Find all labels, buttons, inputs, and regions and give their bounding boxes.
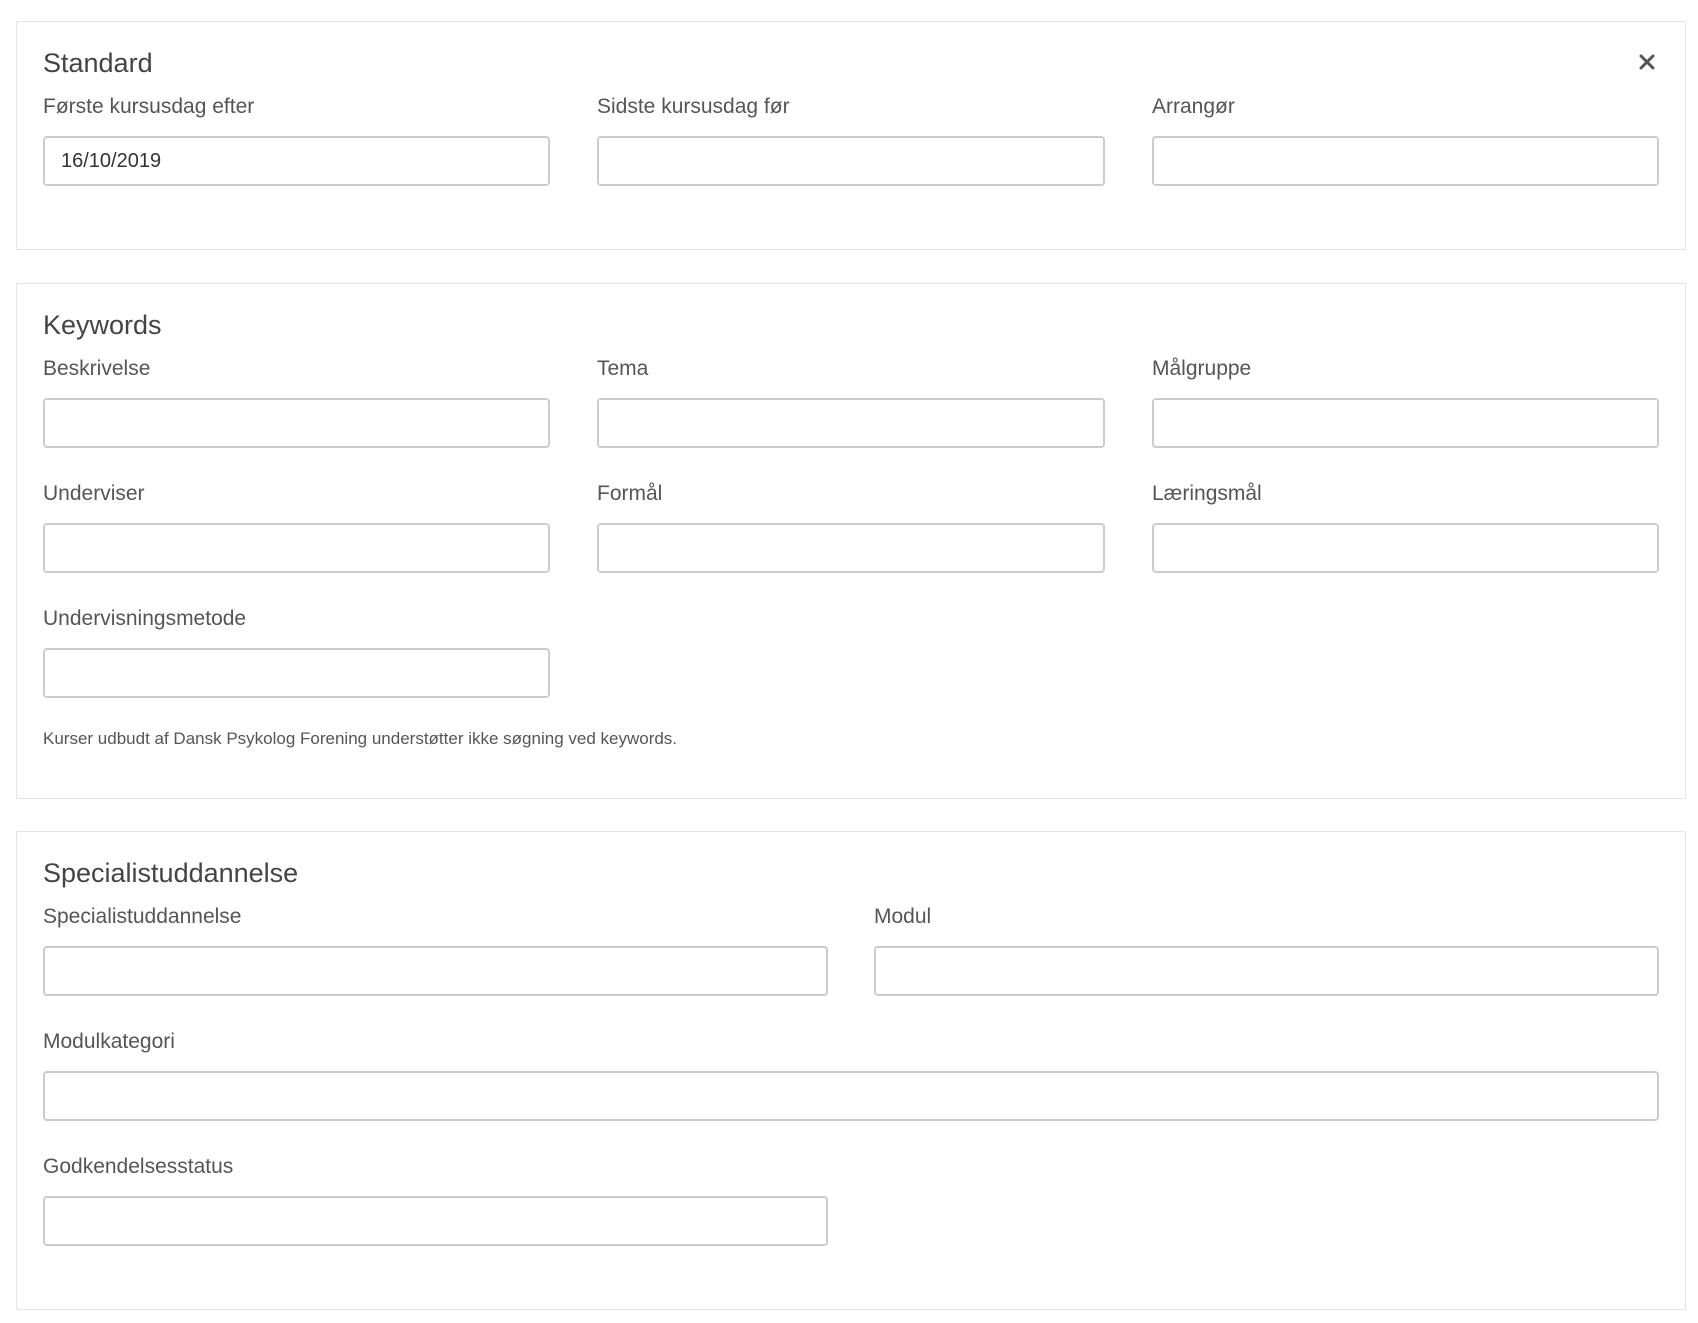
- last-day-input[interactable]: [597, 136, 1105, 186]
- module-input[interactable]: [874, 946, 1659, 996]
- specialist-panel-title: Specialistuddannelse: [43, 858, 299, 888]
- teacher-field: Underviser: [43, 482, 550, 573]
- approval-status-input[interactable]: [43, 1196, 828, 1246]
- module-category-field: Modulkategori: [43, 1030, 1659, 1121]
- target-group-input[interactable]: [1152, 398, 1659, 448]
- description-label: Beskrivelse: [43, 357, 151, 380]
- purpose-field: Formål: [597, 482, 1105, 573]
- keywords-note: Kurser udbudt af Dansk Psykolog Forening…: [43, 729, 678, 748]
- last-day-field: Sidste kursusdag før: [597, 95, 1105, 186]
- first-day-field: Første kursusdag efter: [43, 95, 550, 186]
- description-field: Beskrivelse: [43, 357, 550, 448]
- target-group-label: Målgruppe: [1152, 357, 1252, 380]
- organizer-field: Arrangør: [1152, 95, 1659, 186]
- specialist-panel: Specialistuddannelse Specialistuddannels…: [16, 831, 1686, 1310]
- keywords-panel-title: Keywords: [43, 310, 162, 340]
- theme-field: Tema: [597, 357, 1105, 448]
- organizer-input[interactable]: [1152, 136, 1659, 186]
- specialist-field: Specialistuddannelse: [43, 905, 828, 996]
- purpose-input[interactable]: [597, 523, 1105, 573]
- keywords-panel: Keywords Beskrivelse Tema Målgruppe Unde…: [16, 283, 1686, 799]
- learning-goal-input[interactable]: [1152, 523, 1659, 573]
- module-category-label: Modulkategori: [43, 1030, 175, 1053]
- teacher-input[interactable]: [43, 523, 550, 573]
- close-icon: [1635, 50, 1659, 74]
- learning-goal-label: Læringsmål: [1152, 482, 1262, 505]
- theme-input[interactable]: [597, 398, 1105, 448]
- module-field: Modul: [874, 905, 1659, 996]
- target-group-field: Målgruppe: [1152, 357, 1659, 448]
- module-label: Modul: [874, 905, 932, 928]
- specialist-label: Specialistuddannelse: [43, 905, 242, 928]
- theme-label: Tema: [597, 357, 649, 380]
- close-button[interactable]: [1635, 50, 1659, 74]
- teaching-method-field: Undervisningsmetode: [43, 607, 550, 698]
- teacher-label: Underviser: [43, 482, 145, 505]
- teaching-method-label: Undervisningsmetode: [43, 607, 247, 630]
- first-day-label: Første kursusdag efter: [43, 95, 255, 118]
- approval-status-label: Godkendelsesstatus: [43, 1155, 234, 1178]
- last-day-label: Sidste kursusdag før: [597, 95, 790, 118]
- standard-panel-title: Standard: [43, 48, 153, 78]
- purpose-label: Formål: [597, 482, 663, 505]
- teaching-method-input[interactable]: [43, 648, 550, 698]
- description-input[interactable]: [43, 398, 550, 448]
- standard-panel: Standard Første kursusdag efter Sidste k…: [16, 21, 1686, 250]
- first-day-input[interactable]: [43, 136, 550, 186]
- learning-goal-field: Læringsmål: [1152, 482, 1659, 573]
- module-category-input[interactable]: [43, 1071, 1659, 1121]
- specialist-input[interactable]: [43, 946, 828, 996]
- organizer-label: Arrangør: [1152, 95, 1235, 118]
- approval-status-field: Godkendelsesstatus: [43, 1155, 828, 1246]
